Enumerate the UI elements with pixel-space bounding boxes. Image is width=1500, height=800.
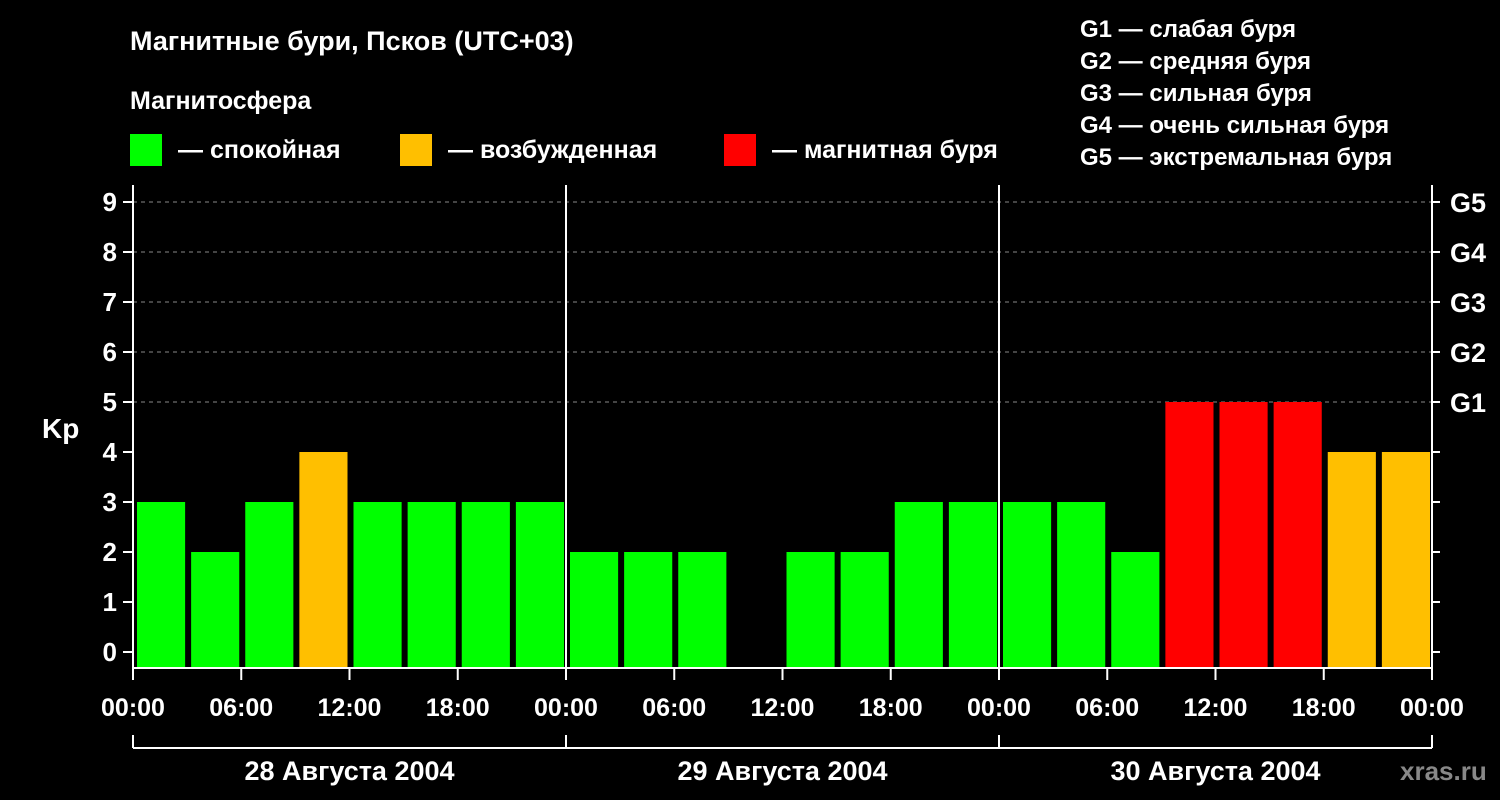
kp-bar: [948, 502, 997, 668]
kp-bar: [786, 552, 835, 668]
y-tick-label: 1: [103, 587, 117, 617]
kp-bar: [353, 502, 402, 668]
kp-bar: [1165, 402, 1214, 668]
kp-bar: [1273, 402, 1322, 668]
x-tick-label: 12:00: [1184, 694, 1248, 722]
g-scale-g3: G3 — сильная буря: [1080, 80, 1312, 107]
kp-bar: [678, 552, 727, 668]
kp-bar: [515, 502, 564, 668]
kp-bar: [1057, 502, 1106, 668]
y-tick-label: 7: [103, 287, 117, 317]
plot-area: 0 1 2 3 4 5 6 7 8 9 G1 G2 G3 G4 G5 00:00 06:00 12:00 18:00…: [101, 185, 1486, 786]
y-tick-label: 8: [103, 237, 117, 267]
legend-swatch-excited: [400, 134, 432, 166]
g-tick-label: G1: [1450, 388, 1486, 418]
y-tick-label: 0: [103, 637, 117, 667]
y-tick-label: 9: [103, 187, 117, 217]
legend-label-quiet: — спокойная: [178, 136, 341, 164]
y-tick-label: 2: [103, 537, 117, 567]
x-tick-label: 06:00: [642, 694, 706, 722]
x-tick-label: 00:00: [101, 694, 165, 722]
g-tick-label: G5: [1450, 188, 1486, 218]
y-tick-label: 3: [103, 487, 117, 517]
x-tick-label: 00:00: [967, 694, 1031, 722]
x-tick-label: 06:00: [209, 694, 273, 722]
x-tick-label: 18:00: [859, 694, 923, 722]
day-label: 30 Августа 2004: [1110, 756, 1320, 786]
kp-bar: [461, 502, 510, 668]
g-tick-label: G4: [1450, 238, 1486, 268]
g-scale-g2: G2 — средняя буря: [1080, 48, 1311, 75]
day-label: 28 Августа 2004: [244, 756, 454, 786]
legend-heading: Магнитосфера: [130, 87, 312, 115]
kp-bar: [245, 502, 294, 668]
kp-bar: [137, 502, 186, 668]
y-tick-label: 6: [103, 337, 117, 367]
g-tick-label: G2: [1450, 338, 1486, 368]
legend-swatch-quiet: [130, 134, 162, 166]
g-scale-g5: G5 — экстремальная буря: [1080, 144, 1392, 171]
x-tick-label: 12:00: [751, 694, 815, 722]
kp-bar: [1327, 452, 1376, 668]
kp-bar: [1381, 452, 1430, 668]
day-label: 29 Августа 2004: [677, 756, 887, 786]
legend-swatch-storm: [724, 134, 756, 166]
g-scale-g4: G4 — очень сильная буря: [1080, 112, 1389, 139]
x-tick-label: 00:00: [1400, 694, 1464, 722]
y-tick-label: 4: [103, 437, 118, 467]
kp-bar: [1003, 502, 1052, 668]
kp-bar: [624, 552, 673, 668]
kp-bar: [894, 502, 943, 668]
kp-bar: [840, 552, 889, 668]
x-tick-label: 00:00: [534, 694, 598, 722]
kp-bar: [1111, 552, 1160, 668]
chart-title: Магнитные бури, Псков (UTC+03): [130, 26, 574, 56]
kp-bar: [570, 552, 619, 668]
kp-bar: [191, 552, 240, 668]
g-tick-label: G3: [1450, 288, 1486, 318]
x-tick-label: 18:00: [1292, 694, 1356, 722]
x-tick-label: 06:00: [1075, 694, 1139, 722]
legend-label-excited: — возбужденная: [448, 136, 657, 164]
site-watermark: xras.ru: [1400, 756, 1487, 786]
kp-bar: [407, 502, 456, 668]
x-tick-label: 12:00: [318, 694, 382, 722]
legend-label-storm: — магнитная буря: [772, 136, 998, 164]
kp-bar: [299, 452, 348, 668]
kp-bar: [1219, 402, 1268, 668]
kp-chart: Магнитные бури, Псков (UTC+03) Магнитосф…: [42, 16, 1487, 786]
x-tick-label: 18:00: [426, 694, 490, 722]
g-scale-g1: G1 — слабая буря: [1080, 16, 1296, 43]
y-tick-label: 5: [103, 387, 117, 417]
y-axis-label: Kp: [42, 413, 79, 444]
